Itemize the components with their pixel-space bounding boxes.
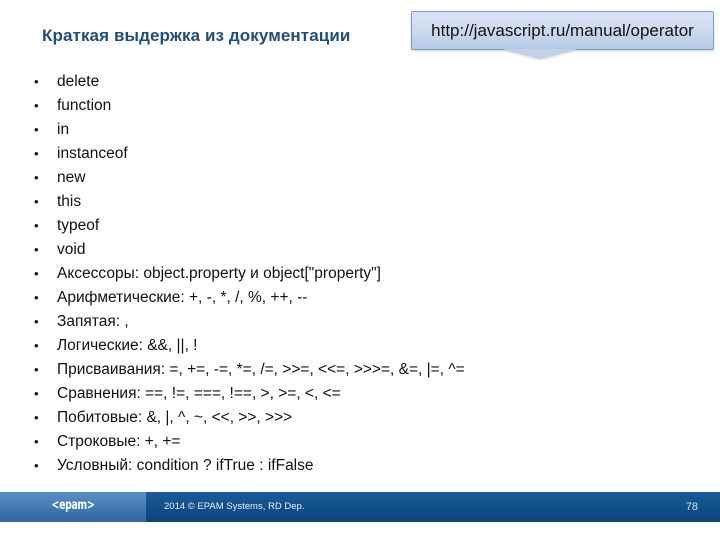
list-item: • typeof xyxy=(30,214,700,238)
list-item: • Строковые: +, += xyxy=(30,430,700,454)
page-title: Краткая выдержка из документации xyxy=(42,26,351,45)
bullet-dot-icon: • xyxy=(34,74,39,89)
url-callout: http://javascript.ru/manual/operator xyxy=(411,11,714,50)
bullet-dot-icon: • xyxy=(34,458,39,473)
list-item: • Сравнения: ==, !=, ===, !==, >, >=, <,… xyxy=(30,382,700,406)
list-item-label: Побитовые: &, |, ^, ~, <<, >>, >>> xyxy=(57,409,293,426)
callout-url-text: http://javascript.ru/manual/operator xyxy=(431,21,694,40)
bullet-dot-icon: • xyxy=(34,194,39,209)
operators-bullet-list: • delete • function • in • instanceof • … xyxy=(30,70,700,478)
list-item-label: Запятая: , xyxy=(57,313,129,330)
list-item-label: Сравнения: ==, !=, ===, !==, >, >=, <, <… xyxy=(57,385,341,402)
bullet-dot-icon: • xyxy=(34,386,39,401)
list-item: • Аксессоры: object.property и object["p… xyxy=(30,262,700,286)
bullet-dot-icon: • xyxy=(34,362,39,377)
list-item-label: Логические: &&, ||, ! xyxy=(57,337,198,354)
list-item: • delete xyxy=(30,70,700,94)
slide-number: 78 xyxy=(685,501,698,513)
bullet-dot-icon: • xyxy=(34,122,39,137)
epam-logo: <epam> xyxy=(51,498,95,513)
bullet-dot-icon: • xyxy=(34,242,39,257)
bullet-dot-icon: • xyxy=(34,434,39,449)
list-item: • instanceof xyxy=(30,142,700,166)
list-item-label: Строковые: +, += xyxy=(57,433,181,450)
list-item: • Условный: condition ? ifTrue : ifFalse xyxy=(30,454,700,478)
slide: Краткая выдержка из документации http://… xyxy=(0,0,720,540)
list-item: • Логические: &&, ||, ! xyxy=(30,334,700,358)
list-item-label: Условный: condition ? ifTrue : ifFalse xyxy=(57,457,314,474)
footer-copyright: 2014 © EPAM Systems, RD Dep. xyxy=(164,501,305,512)
list-item-label: void xyxy=(57,241,86,258)
list-item: • this xyxy=(30,190,700,214)
list-item: • Присваивания: =, +=, -=, *=, /=, >>=, … xyxy=(30,358,700,382)
bullet-dot-icon: • xyxy=(34,290,39,305)
list-item-label: this xyxy=(57,193,82,210)
bullet-dot-icon: • xyxy=(34,146,39,161)
list-item-label: delete xyxy=(57,73,100,90)
list-item-label: instanceof xyxy=(57,145,128,162)
list-item-label: Присваивания: =, +=, -=, *=, /=, >>=, <<… xyxy=(57,361,465,378)
bullet-dot-icon: • xyxy=(34,218,39,233)
bullet-dot-icon: • xyxy=(34,170,39,185)
bullet-dot-icon: • xyxy=(34,98,39,113)
callout-tail-icon xyxy=(502,49,578,59)
list-item: • void xyxy=(30,238,700,262)
bullet-dot-icon: • xyxy=(34,410,39,425)
list-item-label: Аксессоры: object.property и object["pro… xyxy=(57,265,381,282)
list-item: • Арифметические: +, -, *, /, %, ++, -- xyxy=(30,286,700,310)
footer-logo-panel: <epam> xyxy=(0,492,146,522)
list-item-label: function xyxy=(57,97,112,114)
list-item-label: in xyxy=(57,121,70,138)
bullet-dot-icon: • xyxy=(34,266,39,281)
list-item-label: typeof xyxy=(57,217,100,234)
list-item-label: Арифметические: +, -, *, /, %, ++, -- xyxy=(57,289,308,306)
list-item-label: new xyxy=(57,169,86,186)
bullet-dot-icon: • xyxy=(34,338,39,353)
list-item: • new xyxy=(30,166,700,190)
list-item: • Побитовые: &, |, ^, ~, <<, >>, >>> xyxy=(30,406,700,430)
list-item: • function xyxy=(30,94,700,118)
list-item: • Запятая: , xyxy=(30,310,700,334)
list-item: • in xyxy=(30,118,700,142)
bullet-dot-icon: • xyxy=(34,314,39,329)
footer-bar: <epam> 2014 © EPAM Systems, RD Dep. 78 xyxy=(0,492,720,522)
